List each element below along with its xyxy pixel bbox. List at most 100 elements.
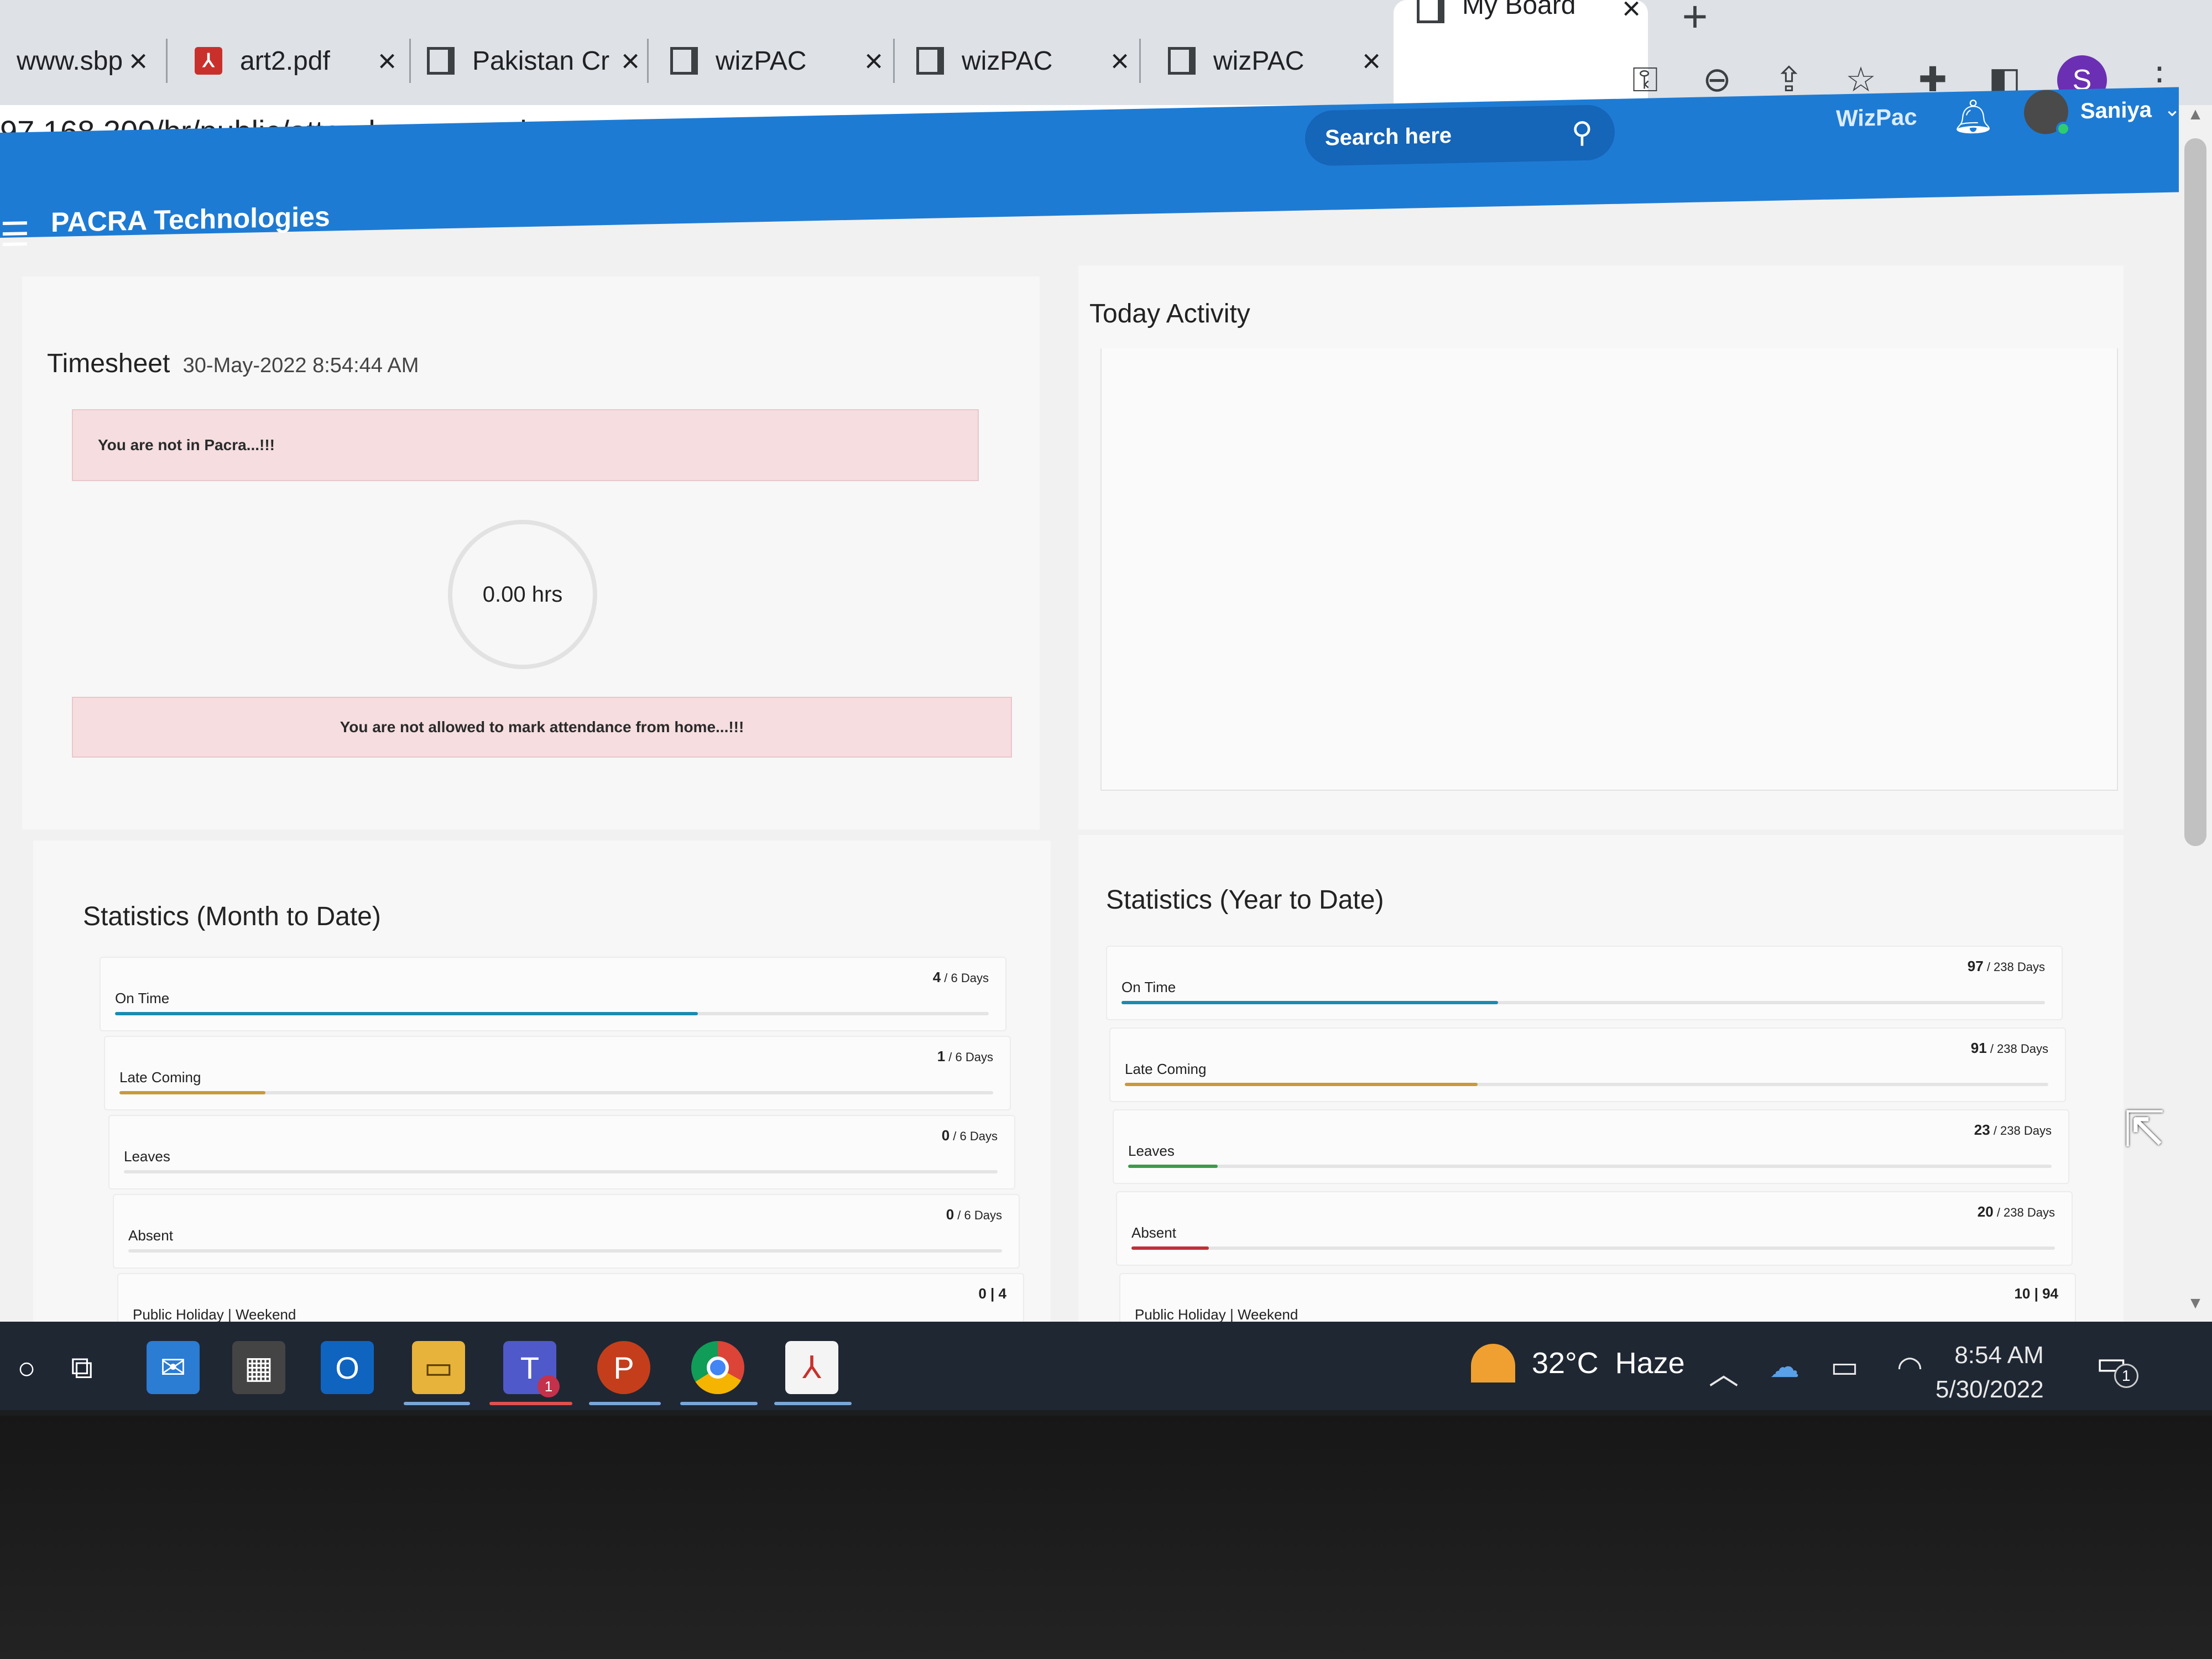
stat-count: 10 | 94 bbox=[2014, 1285, 2058, 1302]
tab-label: art2.pdf bbox=[240, 46, 330, 76]
powerpoint-icon[interactable]: P bbox=[597, 1341, 650, 1394]
close-tab-icon[interactable]: × bbox=[1615, 0, 1648, 27]
search-icon[interactable]: ⚲ bbox=[1572, 116, 1593, 150]
tab-my-board[interactable]: My Board × bbox=[1394, 0, 1648, 105]
progress-fill bbox=[1128, 1165, 1218, 1168]
new-tab-button[interactable]: + bbox=[1670, 0, 1720, 50]
progress-fill bbox=[115, 1012, 698, 1015]
timesheet-title: Timesheet 30-May-2022 8:54:44 AM bbox=[47, 348, 419, 379]
user-name: Saniya bbox=[2080, 97, 2152, 123]
stat-label: Late Coming bbox=[119, 1069, 201, 1086]
laptop-bezel bbox=[0, 1416, 2212, 1659]
stat-total: / 6 Days bbox=[950, 1129, 998, 1143]
tab-label: www.sbp.org bbox=[17, 46, 122, 76]
stat-value: 10 | 94 bbox=[2014, 1285, 2058, 1302]
stats-month-card: Statistics (Month to Date) On Time 4 / 6 … bbox=[33, 841, 1051, 1349]
stat-count: 1 bbox=[937, 1048, 946, 1065]
stat-label: Late Coming bbox=[1125, 1061, 1207, 1077]
notification-center-icon[interactable]: ▭ 1 bbox=[2096, 1344, 2138, 1388]
main-content: Timesheet 30-May-2022 8:54:44 AM You are… bbox=[0, 238, 2179, 1349]
stats-year-title: Statistics (Year to Date) bbox=[1106, 885, 1384, 915]
teams-icon[interactable]: T1 bbox=[503, 1341, 560, 1397]
stat-row: On Time 4 / 6 Days bbox=[100, 957, 1006, 1031]
progress-track bbox=[1131, 1246, 2055, 1250]
weather-desc: Haze bbox=[1615, 1347, 1685, 1380]
stat-count: 20 bbox=[1977, 1203, 1994, 1220]
user-menu[interactable]: Saniya ⌄ bbox=[2024, 87, 2181, 137]
tab-wizpac-2[interactable]: wizPAC × bbox=[893, 17, 1136, 105]
weather-widget[interactable]: 32°C Haze bbox=[1471, 1344, 1685, 1383]
stat-total: / 238 Days bbox=[1983, 960, 2045, 974]
file-explorer-icon[interactable]: ▭ bbox=[412, 1341, 465, 1394]
scrollbar-thumb[interactable] bbox=[2184, 138, 2206, 846]
chevron-down-icon: ⌄ bbox=[2163, 97, 2181, 121]
acrobat-icon[interactable]: ⅄ bbox=[785, 1341, 838, 1394]
tab-wizpac-3[interactable]: wizPAC × bbox=[1145, 17, 1388, 105]
search-box[interactable]: ⚲ bbox=[1305, 104, 1615, 166]
stat-count: 97 bbox=[1967, 958, 1984, 974]
stat-count: 4 bbox=[932, 969, 941, 985]
close-tab-icon[interactable]: × bbox=[1103, 43, 1136, 80]
home-attendance-alert: You are not allowed to mark attendance f… bbox=[72, 697, 1012, 758]
active-indicator bbox=[774, 1402, 852, 1405]
notification-count: 1 bbox=[2114, 1364, 2138, 1388]
scroll-up-arrow-icon[interactable]: ▲ bbox=[2179, 105, 2212, 124]
stat-row: Leaves 0 / 6 Days bbox=[108, 1115, 1015, 1190]
search-circle-icon[interactable]: ○ bbox=[0, 1341, 53, 1394]
stat-row: Absent 0 / 6 Days bbox=[113, 1194, 1020, 1269]
page-scrollbar[interactable]: ▲ ▼ bbox=[2179, 105, 2212, 1410]
stat-label: On Time bbox=[115, 990, 170, 1006]
progress-fill bbox=[1121, 1001, 1499, 1004]
active-indicator bbox=[589, 1402, 661, 1405]
stat-row: On Time 97 / 238 Days bbox=[1106, 946, 2063, 1020]
zoom-out-icon[interactable]: ⊖ bbox=[1698, 61, 1736, 100]
hours-value: 0.00 hrs bbox=[482, 582, 563, 607]
timesheet-datetime: 30-May-2022 8:54:44 AM bbox=[182, 354, 419, 377]
mail-icon[interactable]: ✉ bbox=[147, 1341, 200, 1394]
hours-ring: 0.00 hrs bbox=[448, 520, 597, 669]
task-view-icon[interactable]: ⧉ bbox=[55, 1341, 108, 1394]
close-tab-icon[interactable]: × bbox=[122, 43, 155, 80]
share-icon[interactable]: ⇪ bbox=[1770, 61, 1808, 100]
outlook-icon[interactable]: O bbox=[321, 1341, 374, 1394]
system-clock[interactable]: 8:54 AM 5/30/2022 bbox=[1936, 1338, 2044, 1407]
progress-track bbox=[1125, 1083, 2048, 1086]
chrome-icon[interactable] bbox=[691, 1341, 744, 1394]
chevron-up-icon[interactable]: ︿ bbox=[1709, 1349, 1739, 1393]
tab-label: My Board bbox=[1462, 0, 1576, 20]
store-icon[interactable]: ▦ bbox=[232, 1341, 285, 1394]
scroll-down-arrow-icon[interactable]: ▼ bbox=[2179, 1294, 2212, 1313]
location-alert: You are not in Pacra...!!! bbox=[72, 409, 979, 481]
stat-total: / 238 Days bbox=[1990, 1124, 2052, 1138]
wizpac-link[interactable]: WizPac bbox=[1836, 103, 1917, 132]
stat-value: 0 / 6 Days bbox=[942, 1127, 998, 1144]
clock-date: 5/30/2022 bbox=[1936, 1376, 2044, 1403]
stat-label: On Time bbox=[1121, 979, 1176, 995]
search-input[interactable] bbox=[1325, 118, 1546, 154]
board-icon bbox=[1416, 0, 1446, 24]
key-icon[interactable]: ⚿ bbox=[1626, 61, 1665, 100]
tab-sbp[interactable]: www.sbp.org × bbox=[0, 17, 155, 105]
close-tab-icon[interactable]: × bbox=[614, 43, 647, 80]
stat-value: 20 / 238 Days bbox=[1978, 1203, 2055, 1220]
haze-weather-icon bbox=[1471, 1344, 1515, 1383]
onedrive-icon[interactable]: ☁ bbox=[1770, 1349, 1799, 1384]
progress-track bbox=[124, 1170, 998, 1173]
bell-icon[interactable]: 🔔︎ bbox=[1952, 96, 1994, 137]
close-tab-icon[interactable]: × bbox=[857, 43, 890, 80]
wifi-icon[interactable]: ◠ bbox=[1897, 1349, 1923, 1384]
online-status-dot bbox=[2056, 121, 2070, 137]
close-tab-icon[interactable]: × bbox=[371, 43, 404, 80]
stat-total: / 6 Days bbox=[941, 971, 989, 985]
close-tab-icon[interactable]: × bbox=[1355, 43, 1388, 80]
tab-wizpac-1[interactable]: wizPAC × bbox=[647, 17, 890, 105]
tab-art2-pdf[interactable]: ⅄ art2.pdf × bbox=[171, 17, 404, 105]
active-indicator bbox=[680, 1402, 758, 1405]
location-alert-text: You are not in Pacra...!!! bbox=[98, 436, 275, 453]
progress-fill bbox=[1131, 1246, 1209, 1250]
battery-icon[interactable]: ▭ bbox=[1830, 1349, 1859, 1384]
tab-pakistan[interactable]: Pakistan Cr × bbox=[404, 17, 647, 105]
stat-total: / 6 Days bbox=[954, 1208, 1002, 1222]
tab-label: wizPAC bbox=[962, 46, 1053, 76]
tab-label: wizPAC bbox=[716, 46, 807, 76]
